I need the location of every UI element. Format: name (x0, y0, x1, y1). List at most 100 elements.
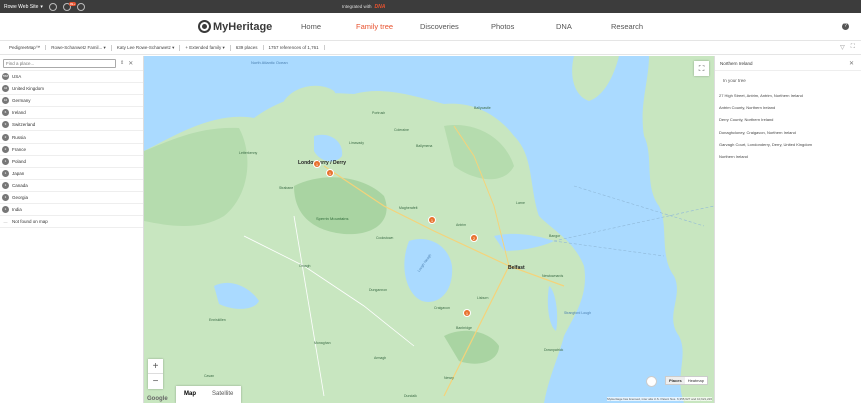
map-pin[interactable]: 2 (470, 234, 478, 242)
map-town-label: Dungannon (369, 288, 388, 292)
place-count-badge: 1 (2, 193, 9, 201)
place-list-item[interactable]: 1 Poland (0, 156, 143, 168)
locate-icon[interactable] (646, 376, 657, 387)
close-icon[interactable]: ✕ (849, 60, 854, 67)
place-count-badge: 2 (2, 145, 9, 153)
place-count-badge: 1 (2, 157, 9, 165)
expand-icon[interactable]: ⛶ (851, 44, 855, 51)
google-logo: Google (147, 396, 168, 402)
place-name: United Kingdom (12, 86, 45, 92)
map-area[interactable]: North Atlantic Ocean Londonderry / Derry… (144, 56, 714, 403)
refresh-icon[interactable] (48, 2, 57, 11)
zoom-control: + − (148, 359, 163, 389)
tree-selector[interactable]: Rowe-Schanwetz Famil... ▾ (46, 44, 112, 51)
map-town-label: Magherafelt (399, 206, 418, 210)
place-list-item[interactable]: 2 Russia (0, 131, 143, 144)
family-scope-selector[interactable]: + Extended family ▾ (180, 44, 231, 51)
fullscreen-button[interactable]: ⛶ (694, 61, 709, 76)
filter-icon[interactable]: ▽ (840, 44, 845, 51)
tab-home[interactable]: Home (301, 22, 321, 31)
map-type-map[interactable]: Map (176, 386, 204, 403)
map-pin[interactable]: 1 (428, 216, 436, 224)
place-name: USA (12, 74, 22, 80)
map-town-label: Craigavon (434, 306, 450, 310)
place-name: Switzerland (12, 122, 36, 128)
help-icon[interactable]: ? (842, 23, 849, 30)
place-reference-item[interactable]: Derry County, Northern Ireland (719, 114, 857, 126)
place-list-item[interactable]: 1 Canada (0, 180, 143, 192)
map-town-label: Ballycastle (474, 106, 491, 110)
references-count: 1757 references of 1,761 (264, 45, 325, 50)
map-type-satellite[interactable]: Satellite (204, 386, 241, 403)
place-list-item[interactable]: 16 Germany (0, 95, 143, 108)
place-list-item[interactable]: 2 France (0, 144, 143, 156)
person-selector[interactable]: Katy Lee Rowe-Schanwetz ▾ (112, 44, 181, 51)
place-reference-item[interactable]: Donaghcloney, Craigavon, Northern Irelan… (719, 127, 857, 139)
map-town-label: Downpatrick (544, 348, 564, 352)
place-search-row: ⇕ ✕ (0, 56, 143, 71)
place-list-item[interactable]: 1 Japan (0, 168, 143, 180)
logo-icon (198, 20, 211, 33)
map-town-label: Limavady (349, 141, 364, 145)
place-list-item[interactable]: 44 United Kingdom (0, 83, 143, 96)
view-places[interactable]: Places (666, 377, 685, 384)
tab-dna[interactable]: DNA (556, 22, 572, 31)
map-town-label: Letterkenny (239, 151, 258, 155)
place-name: Russia (12, 134, 26, 140)
place-reference-item[interactable]: Garvagh Court, Londonderry, Derry, Unite… (719, 139, 857, 151)
place-count-badge: 44 (2, 85, 9, 93)
notifications-badge: 99+ (68, 1, 76, 6)
map-town-label: Lisburn (477, 296, 489, 300)
sort-icon[interactable]: ⇕ (120, 60, 124, 66)
zoom-out-button[interactable]: − (148, 374, 163, 389)
map-town-label: Bangor (549, 234, 561, 238)
place-reference-item[interactable]: Antrim County, Northern Ireland (719, 102, 857, 114)
map-town-label: Strabane (279, 186, 294, 190)
myheritage-logo[interactable]: MyHeritage (198, 20, 272, 33)
pedigree-map-title: PedigreeMap™ (4, 45, 47, 50)
zoom-in-button[interactable]: + (148, 359, 163, 374)
place-list-item[interactable]: 3 Switzerland (0, 119, 143, 132)
place-list-item[interactable]: 1 Georgia (0, 192, 143, 205)
map-town-label: Cookstown (376, 236, 394, 240)
notifications-icon[interactable]: 99+ (62, 1, 76, 11)
place-list-item[interactable]: 558 USA (0, 71, 143, 84)
map-town-label: Banbridge (456, 326, 472, 330)
place-reference-item[interactable]: 27 High Street, Antrim, Antrim, Northern… (719, 90, 857, 102)
main-nav: MyHeritage Home Family tree Discoveries … (0, 13, 861, 41)
place-search-input[interactable] (3, 58, 116, 68)
integrated-with-label: Integrated with (342, 4, 372, 9)
place-count-badge: 6 (2, 109, 9, 117)
map-city-derry: Londonderry / Derry (298, 160, 347, 166)
place-name: Georgia (12, 194, 29, 200)
messages-icon[interactable] (76, 2, 85, 11)
close-icon[interactable]: ✕ (128, 60, 133, 67)
map-pin[interactable]: 1 (313, 160, 321, 168)
places-list: 558 USA 44 United Kingdom 16 Germany 6 Ireland 3… (0, 71, 143, 229)
places-count: 639 places (231, 45, 264, 50)
map-pin[interactable]: 1 (326, 169, 334, 177)
site-selector[interactable]: Rowe Web Site ▾ (4, 4, 43, 10)
map-town-label: Monaghan (314, 341, 331, 345)
map-town-label: Newtownards (542, 274, 564, 278)
map-pin[interactable]: 1 (463, 309, 471, 317)
tab-discoveries[interactable]: Discoveries (420, 22, 459, 31)
view-heatmap[interactable]: Heatmap (685, 377, 707, 384)
place-count-badge: 16 (2, 97, 9, 105)
tab-photos[interactable]: Photos (491, 22, 514, 31)
tab-family-tree[interactable]: Family tree (356, 22, 393, 31)
place-count-badge: — (3, 219, 8, 225)
map-city-belfast: Belfast (508, 265, 525, 271)
place-list-item[interactable]: — Not found on map (0, 216, 143, 229)
map-toolbar: PedigreeMap™ Rowe-Schanwetz Famil... ▾ K… (0, 41, 861, 55)
in-your-tree-label: In your tree (723, 78, 746, 83)
map-town-label: Antrim (456, 223, 467, 227)
place-list-item[interactable]: 6 Ireland (0, 107, 143, 120)
place-list-item[interactable]: 1 India (0, 204, 143, 217)
integrated-brand: DNA (374, 3, 386, 10)
integration-banner: Integrated with DNA (342, 4, 385, 10)
place-reference-item[interactable]: Northern Ireland (719, 151, 857, 163)
toolbar-actions: ▽ ⛶ (840, 44, 855, 51)
tab-research[interactable]: Research (611, 22, 643, 31)
map-town-label: Coleraine (394, 128, 409, 132)
